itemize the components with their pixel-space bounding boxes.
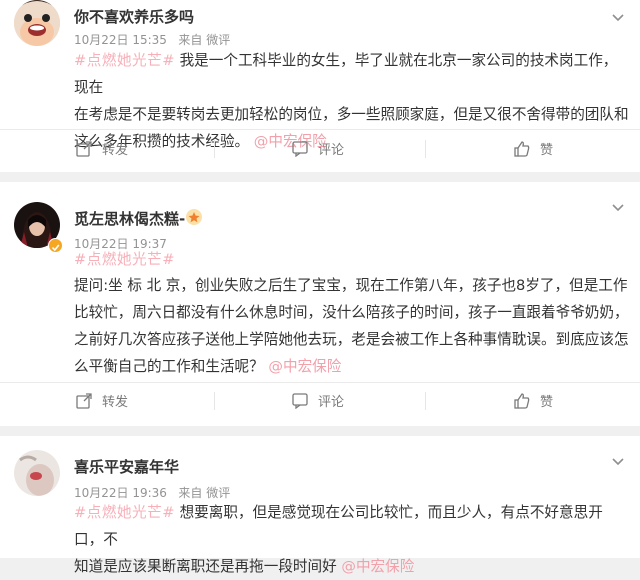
- like-label: 赞: [540, 395, 554, 410]
- more-options-icon[interactable]: [612, 12, 624, 24]
- mention-link[interactable]: @中宏保险: [268, 358, 341, 375]
- repost-button[interactable]: 转发: [76, 139, 128, 158]
- avatar[interactable]: [14, 450, 60, 496]
- divider: [425, 140, 426, 158]
- repost-label: 转发: [102, 143, 129, 158]
- hashtag-link[interactable]: #点燃她光芒#: [74, 251, 175, 268]
- username[interactable]: 觅左思林偈杰糕-: [74, 208, 185, 229]
- fans-badge-icon: [186, 209, 202, 225]
- comment-label: 评论: [318, 395, 345, 410]
- comment-icon: [292, 392, 308, 409]
- divider: [0, 382, 640, 383]
- post-body: #点燃她光芒# 想要离职，但是感觉现在公司比较忙，而且少人，有点不好意思开口，不…: [74, 499, 630, 580]
- source-prefix: 来自: [178, 33, 203, 47]
- divider: [214, 140, 215, 158]
- body-line: 在考虑是不是要转岗去更加轻松的岗位，多一些照顾家庭，但是又很不舍得带的团队和: [74, 106, 629, 123]
- avatar[interactable]: [14, 0, 60, 46]
- post-card: 觅左思林偈杰糕- 10月22日 19:37 #点燃她光芒# 提问:坐 标 北 京…: [0, 182, 640, 426]
- hashtag-link[interactable]: #点燃她光芒#: [74, 504, 175, 521]
- repost-icon: [76, 140, 92, 157]
- like-label: 赞: [540, 143, 554, 158]
- post-date: 10月22日 19:36: [74, 486, 167, 500]
- photo-avatar-icon: [14, 450, 60, 496]
- body-line: 比较忙，周六日都没有什么休息时间，没什么陪孩子的时间，孩子一直跟着爷爷奶奶，: [74, 304, 629, 321]
- divider: [0, 129, 640, 130]
- post-date: 10月22日 15:35: [74, 33, 167, 47]
- like-button[interactable]: 赞: [514, 391, 553, 410]
- like-button[interactable]: 赞: [514, 139, 553, 158]
- comment-label: 评论: [318, 143, 345, 158]
- hashtag-link[interactable]: #点燃她光芒#: [74, 52, 175, 69]
- comment-button[interactable]: 评论: [292, 391, 344, 410]
- divider: [214, 392, 215, 410]
- comment-icon: [292, 140, 308, 157]
- body-line: 提问:坐 标 北 京，创业失败之后生了宝宝，现在工作第八年，孩子也8岁了，但是工…: [74, 277, 628, 294]
- body-line: 知道是应该果断离职还是再拖一段时间好: [74, 558, 337, 575]
- post-card: 你不喜欢养乐多吗 10月22日 15:35 来自 微评 #点燃她光芒# 我是一个…: [0, 0, 640, 172]
- post-card: 喜乐平安嘉年华 10月22日 19:36 来自 微评 #点燃她光芒# 想要离职，…: [0, 436, 640, 575]
- card-gap: [0, 172, 640, 182]
- post-tag-line: #点燃她光芒#: [74, 250, 175, 270]
- cartoon-avatar-icon: [14, 0, 60, 46]
- thumbs-up-icon: [514, 392, 530, 409]
- repost-label: 转发: [102, 395, 129, 410]
- body-line: 么平衡自己的工作和生活呢？: [74, 358, 264, 375]
- post-source[interactable]: 微评: [206, 486, 230, 500]
- post-body: 提问:坐 标 北 京，创业失败之后生了宝宝，现在工作第八年，孩子也8岁了，但是工…: [74, 272, 630, 380]
- more-options-icon[interactable]: [612, 202, 624, 214]
- username[interactable]: 你不喜欢养乐多吗: [74, 6, 194, 27]
- source-prefix: 来自: [178, 486, 203, 500]
- post-meta: 10月22日 15:35 来自 微评: [74, 31, 230, 48]
- post-date: 10月22日 19:37: [74, 237, 167, 251]
- card-gap: [0, 426, 640, 436]
- body-line: 之前好几次答应孩子送他上学陪她他去玩，老是会被工作上各种事情耽误。到底应该怎: [74, 331, 629, 348]
- divider: [425, 392, 426, 410]
- verified-badge-icon: [48, 238, 63, 253]
- repost-button[interactable]: 转发: [76, 391, 128, 410]
- thumbs-up-icon: [514, 140, 530, 157]
- mention-link[interactable]: @中宏保险: [341, 558, 414, 575]
- username[interactable]: 喜乐平安嘉年华: [74, 456, 179, 477]
- comment-button[interactable]: 评论: [292, 139, 344, 158]
- more-options-icon[interactable]: [612, 456, 624, 468]
- post-source[interactable]: 微评: [206, 33, 230, 47]
- repost-icon: [76, 392, 92, 409]
